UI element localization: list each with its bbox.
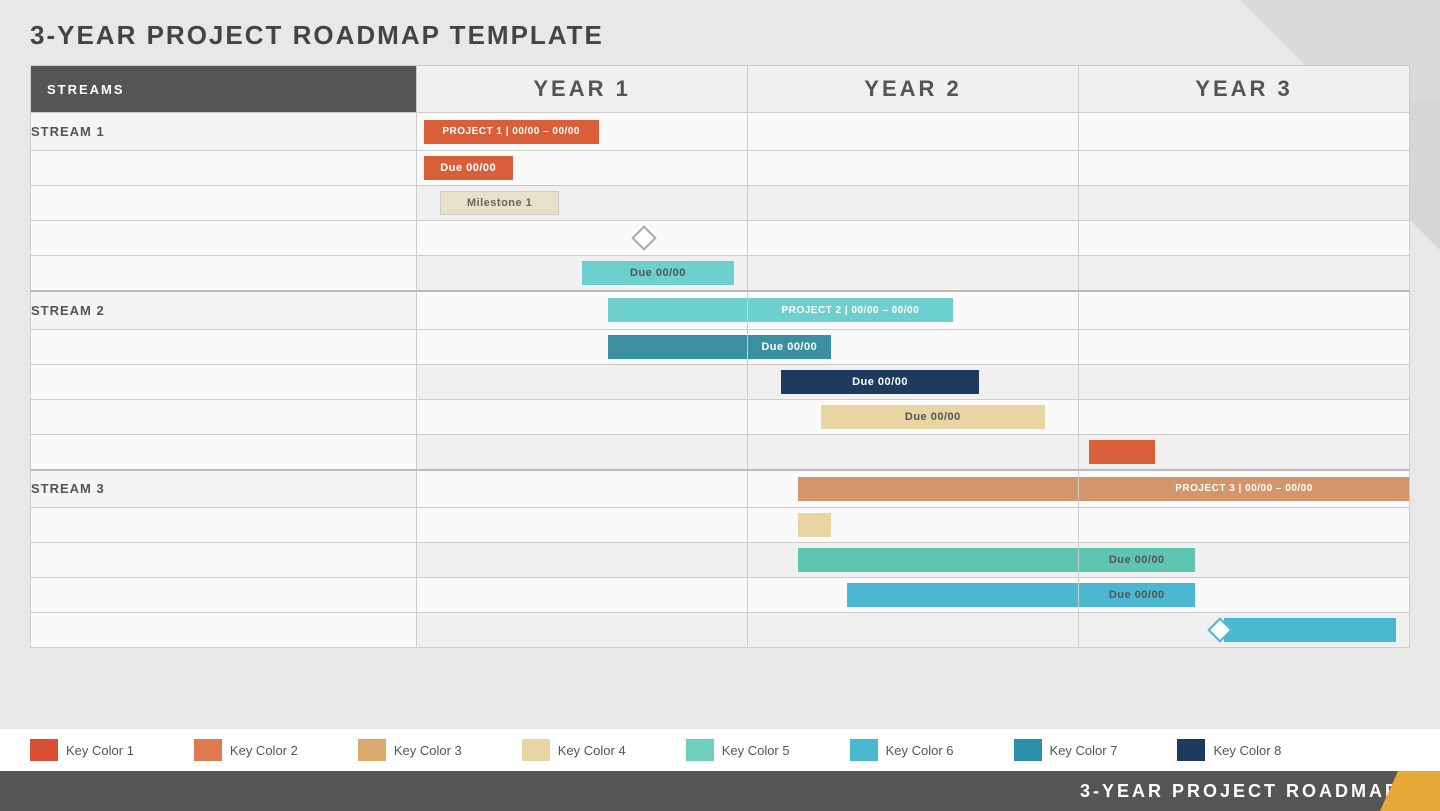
legend-label-6: Key Color 6 <box>886 743 954 758</box>
footer-bar: 3-YEAR PROJECT ROADMAP <box>0 771 1440 811</box>
stream1-y1-proj: PROJECT 1 | 00/00 – 00/00 <box>417 113 748 151</box>
s3-due2-y2 <box>847 583 1078 607</box>
footer-title: 3-YEAR PROJECT ROADMAP <box>1080 781 1400 802</box>
legend-item-6: Key Color 6 <box>850 739 954 761</box>
legend-label-5: Key Color 5 <box>722 743 790 758</box>
legend-item-4: Key Color 4 <box>522 739 626 761</box>
footer-accent <box>1380 771 1440 811</box>
stream1-due1: Due 00/00 <box>424 156 513 180</box>
s3-end-bar <box>1224 618 1396 642</box>
s2-due1-y1 <box>608 335 747 359</box>
s2-due1-y2: Due 00/00 <box>748 335 830 359</box>
legend-label-7: Key Color 7 <box>1050 743 1118 758</box>
legend-swatch-6 <box>850 739 878 761</box>
legend-item-7: Key Color 7 <box>1014 739 1118 761</box>
milestone1-bar: Milestone 1 <box>440 191 559 215</box>
legend-swatch-7 <box>1014 739 1042 761</box>
legend-swatch-3 <box>358 739 386 761</box>
s2-small-red <box>1089 440 1155 464</box>
project1-bar: PROJECT 1 | 00/00 – 00/00 <box>424 120 599 144</box>
s3-small-cream <box>798 513 831 537</box>
legend-item-1: Key Color 1 <box>30 739 134 761</box>
legend-label-3: Key Color 3 <box>394 743 462 758</box>
legend-swatch-5 <box>686 739 714 761</box>
stream1-due2: Due 00/00 <box>582 261 734 285</box>
year1-header: YEAR 1 <box>417 66 748 113</box>
stream1-label: STREAM 1 <box>31 113 417 151</box>
legend-swatch-1 <box>30 739 58 761</box>
stream3-label: STREAM 3 <box>31 470 417 508</box>
legend-item-2: Key Color 2 <box>194 739 298 761</box>
legend-swatch-4 <box>522 739 550 761</box>
year2-header: YEAR 2 <box>748 66 1079 113</box>
legend: Key Color 1 Key Color 2 Key Color 3 Key … <box>0 729 1440 771</box>
project2-bar-y2: PROJECT 2 | 00/00 – 00/00 <box>748 298 953 322</box>
project2-bar-y1 <box>608 298 747 322</box>
year3-header: YEAR 3 <box>1079 66 1410 113</box>
diamond1 <box>631 225 656 250</box>
legend-label-1: Key Color 1 <box>66 743 134 758</box>
stream2-label: STREAM 2 <box>31 291 417 329</box>
project3-bar-y2 <box>798 477 1078 501</box>
s3-due2-y3: Due 00/00 <box>1079 583 1194 607</box>
legend-label-2: Key Color 2 <box>230 743 298 758</box>
legend-item-3: Key Color 3 <box>358 739 462 761</box>
project3-bar-y3: PROJECT 3 | 00/00 – 00/00 <box>1079 477 1409 501</box>
s3-due1-y3: Due 00/00 <box>1079 548 1194 572</box>
s2-due3: Due 00/00 <box>821 405 1045 429</box>
legend-item-5: Key Color 5 <box>686 739 790 761</box>
gantt-table: STREAMS YEAR 1 YEAR 2 YEAR 3 STREAM 1 PR… <box>30 65 1410 648</box>
streams-header: STREAMS <box>31 66 417 113</box>
s3-due1-y2 <box>798 548 1078 572</box>
legend-item-8: Key Color 8 <box>1177 739 1281 761</box>
legend-swatch-2 <box>194 739 222 761</box>
page-title: 3-YEAR PROJECT ROADMAP TEMPLATE <box>30 20 1410 51</box>
legend-label-4: Key Color 4 <box>558 743 626 758</box>
s2-due2: Due 00/00 <box>781 370 979 394</box>
legend-label-8: Key Color 8 <box>1213 743 1281 758</box>
legend-swatch-8 <box>1177 739 1205 761</box>
